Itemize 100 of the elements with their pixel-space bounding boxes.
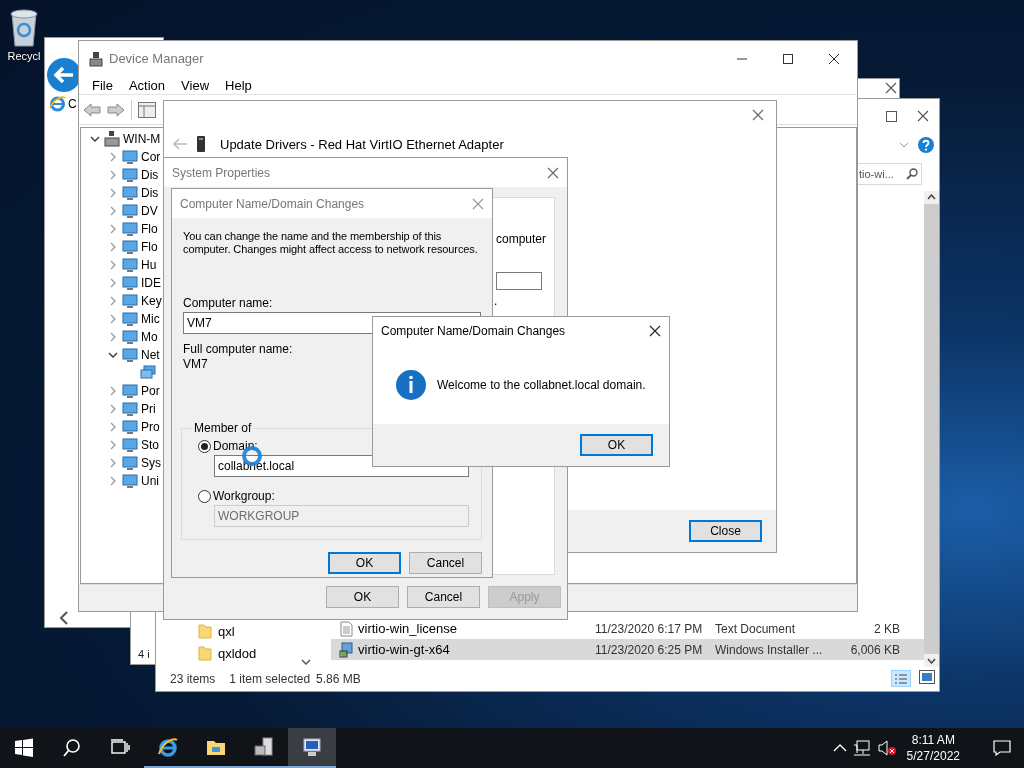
computer-icon <box>104 131 120 147</box>
close-icon[interactable] <box>917 110 929 122</box>
collapsed-chevron-icon[interactable] <box>108 386 118 396</box>
server-icon[interactable] <box>253 736 275 758</box>
button[interactable]: OK <box>580 434 653 456</box>
dialog-title: Computer Name/Domain Changes <box>180 196 366 211</box>
dialog-title: System Properties <box>172 165 272 180</box>
menu-item[interactable]: File <box>85 77 120 93</box>
menu-item[interactable]: Help <box>218 77 259 93</box>
button[interactable]: OK <box>328 552 401 574</box>
tree-item[interactable]: Mo <box>81 328 158 346</box>
collapsed-chevron-icon[interactable] <box>108 242 118 252</box>
collapsed-chevron-icon[interactable] <box>108 152 118 162</box>
file-row[interactable]: virtio-win_license 11/23/2020 6:17 PM Text Document 2 KB <box>331 618 924 639</box>
tree-item[interactable]: Cor <box>81 148 161 166</box>
device-icon <box>122 221 138 237</box>
collapsed-chevron-icon[interactable] <box>108 422 118 432</box>
collapsed-chevron-icon[interactable] <box>108 404 118 414</box>
file-row[interactable]: virtio-win-gt-x64 11/23/2020 6:25 PM Windows Installer ... 6,006 KB <box>331 639 924 660</box>
clock-date[interactable]: 5/27/2022 <box>906 748 960 764</box>
folder-item[interactable]: qxl <box>218 623 235 639</box>
collapsed-chevron-icon[interactable] <box>108 224 118 234</box>
tree-item[interactable]: Flo <box>81 220 158 238</box>
info-icon <box>395 368 427 401</box>
collapsed-chevron-icon[interactable] <box>108 314 118 324</box>
tree-item[interactable]: Flo <box>81 238 158 256</box>
device-icon <box>122 437 138 453</box>
search-icon[interactable] <box>906 167 918 180</box>
collapsed-chevron-icon[interactable] <box>108 170 118 180</box>
collapsed-chevron-icon[interactable] <box>108 296 118 306</box>
folder-item[interactable]: qxldod <box>218 645 257 661</box>
tree-item[interactable]: Dis <box>81 166 159 184</box>
device-icon <box>122 401 138 417</box>
collapsed-chevron-icon[interactable] <box>108 458 118 468</box>
menu-item[interactable]: Action <box>121 77 173 93</box>
radio-label[interactable]: Domain: <box>213 439 258 453</box>
radio-button[interactable] <box>198 439 211 453</box>
collapsed-chevron-icon[interactable] <box>108 206 118 216</box>
collapsed-chevron-icon[interactable] <box>108 188 118 198</box>
status-text: 1 item selected <box>229 672 311 686</box>
collapsed-chevron-icon[interactable] <box>108 440 118 450</box>
menu-item[interactable]: View <box>174 77 217 93</box>
tree-item[interactable]: Uni <box>81 472 159 490</box>
file-name: virtio-win_license <box>358 621 457 636</box>
clock-time[interactable]: 8:11 AM <box>911 732 955 748</box>
collapsed-chevron-icon[interactable] <box>108 332 118 342</box>
tree-item[interactable]: Key <box>81 292 162 310</box>
collapsed-chevron-icon[interactable] <box>108 476 118 486</box>
forward-arrow-icon[interactable] <box>107 102 125 117</box>
collapsed-chevron-icon[interactable] <box>108 278 118 288</box>
computer-icon[interactable] <box>301 736 323 758</box>
network-icon[interactable] <box>852 740 871 756</box>
maximize-icon[interactable] <box>886 110 897 122</box>
tree-item[interactable]: Por <box>81 382 160 400</box>
button[interactable]: Cancel <box>409 552 482 574</box>
device-icon <box>122 347 138 363</box>
properties-icon[interactable] <box>138 101 156 118</box>
help-icon[interactable] <box>917 135 935 154</box>
tree-item[interactable]: IDE <box>81 274 161 292</box>
expanded-chevron-icon[interactable] <box>108 350 118 360</box>
tree-item[interactable]: Net <box>81 346 160 364</box>
tree-item[interactable]: Mic <box>81 310 160 328</box>
expanded-chevron-icon[interactable] <box>90 134 100 144</box>
scroll-down-icon[interactable] <box>927 658 936 664</box>
close-icon[interactable] <box>649 325 661 337</box>
tree-item[interactable]: WIN-M <box>81 130 161 148</box>
tree-item[interactable]: Dis <box>81 184 159 202</box>
scroll-left-icon[interactable] <box>59 611 69 625</box>
browser-icon[interactable] <box>157 736 179 758</box>
tree-item[interactable]: Sto <box>81 436 159 454</box>
maximize-icon[interactable] <box>782 52 794 65</box>
desktop-icon-label[interactable]: Recycl <box>7 50 41 62</box>
start-icon[interactable] <box>13 737 35 759</box>
folder-icon <box>198 623 212 639</box>
network-adapter-icon <box>196 135 206 153</box>
close-icon[interactable] <box>885 82 897 94</box>
button[interactable]: Cancel <box>407 586 480 608</box>
muted-speaker-icon[interactable] <box>876 740 897 756</box>
taskbar-button[interactable] <box>288 728 336 768</box>
scrollbar[interactable] <box>924 191 939 667</box>
tree-item[interactable]: Sys <box>81 454 161 472</box>
tree-item[interactable]: Hu <box>81 256 157 274</box>
search-icon[interactable] <box>61 737 83 759</box>
chevron-up-icon[interactable] <box>832 743 847 753</box>
collapsed-chevron-icon[interactable] <box>108 260 118 270</box>
back-arrow-icon[interactable] <box>83 102 101 117</box>
device-icon <box>122 167 138 183</box>
scroll-down-icon[interactable] <box>301 659 311 665</box>
button[interactable]: Close <box>689 520 762 542</box>
device-icon <box>122 473 138 489</box>
tree-item[interactable]: Pro <box>81 418 160 436</box>
description-field[interactable] <box>496 272 542 290</box>
tree-item[interactable]: DV <box>81 202 158 220</box>
notification-icon[interactable] <box>993 740 1011 756</box>
chevron-down-icon[interactable] <box>899 141 909 148</box>
large-icons-view-icon[interactable] <box>919 670 935 684</box>
scroll-up-icon[interactable] <box>927 194 936 200</box>
button[interactable]: OK <box>326 586 399 608</box>
tree-item[interactable]: Pri <box>81 400 156 418</box>
close-icon[interactable] <box>828 52 840 65</box>
